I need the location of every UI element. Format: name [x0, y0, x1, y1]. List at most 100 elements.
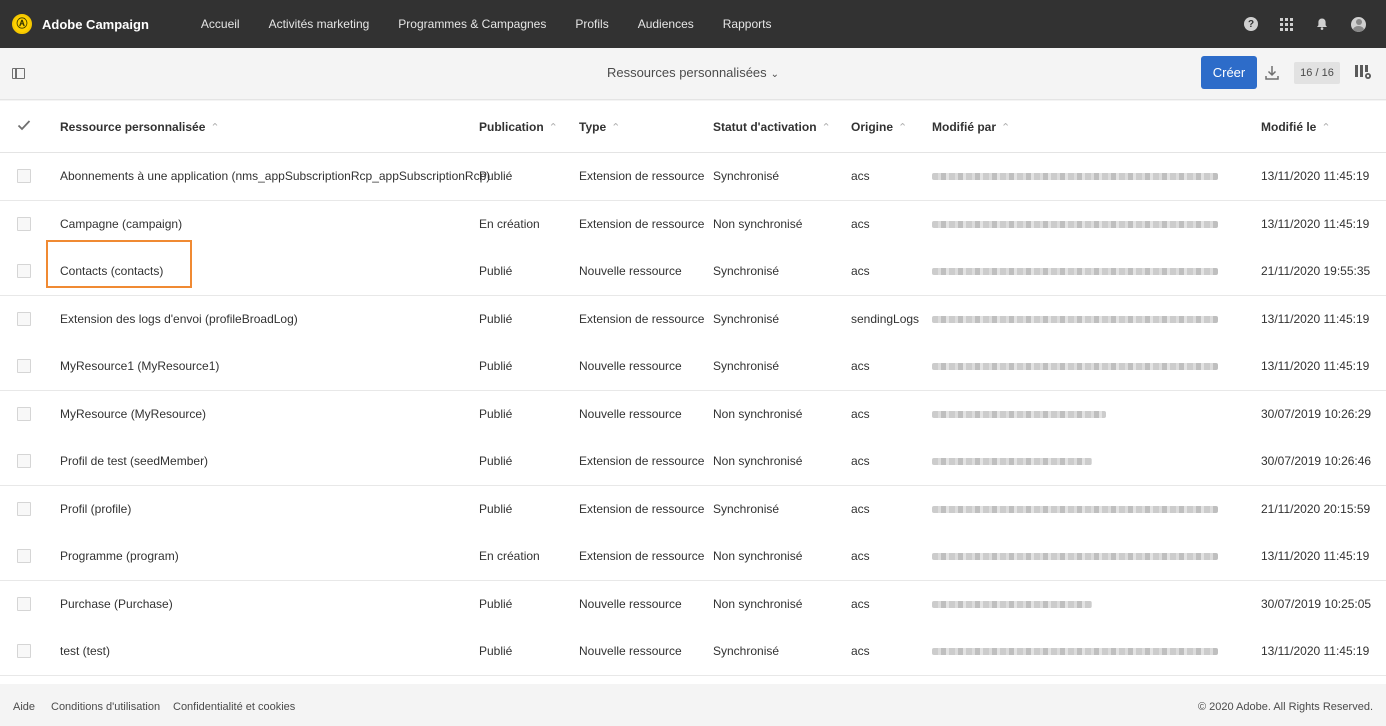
cell-activation-status: Synchronisé — [713, 311, 780, 326]
cell-modified-by-redacted — [932, 505, 1218, 513]
row-checkbox[interactable] — [17, 216, 31, 231]
cell-modified-by-redacted — [932, 363, 1218, 370]
table-row[interactable]: Contacts (contacts) Publié Nouvelle ressou… — [0, 248, 1386, 296]
cell-type: Nouvelle ressource — [579, 644, 682, 658]
cell-resource-name[interactable]: Profil de test (seedMember) — [60, 454, 208, 468]
cell-publication: En création — [479, 549, 540, 563]
cell-publication: Publié — [479, 359, 513, 373]
cell-modified-by-redacted — [932, 173, 1218, 180]
footer-link-terms[interactable]: Conditions d'utilisation — [51, 701, 160, 713]
page-title-label: Ressources personnalisées — [606, 65, 767, 80]
sort-icon: ⌃ — [1001, 122, 1011, 134]
row-checkbox[interactable] — [17, 359, 31, 373]
nav-item-audiences[interactable]: Audiences — [638, 17, 694, 31]
column-header-activation-status[interactable]: Statut d'activation ⌃ — [713, 120, 831, 134]
cell-modified-on: 30/07/2019 10:26:29 — [1261, 406, 1372, 421]
app-switcher-button[interactable] — [1280, 17, 1293, 31]
cell-modified-by-redacted — [932, 315, 1218, 323]
nav-item-rapports[interactable]: Rapports — [723, 17, 772, 31]
row-checkbox[interactable] — [17, 169, 31, 183]
table-row[interactable]: MyResource (MyResource) Publié Nouvelle re… — [0, 390, 1386, 439]
column-header-publication[interactable]: Publication ⌃ — [479, 120, 558, 134]
table-row[interactable]: Extension des logs d'envoi (profileBroad… — [0, 295, 1386, 344]
cell-activation-status: Synchronisé — [713, 644, 780, 658]
cell-origin: acs — [851, 406, 870, 421]
cell-resource-name[interactable]: Programme (program) — [60, 549, 179, 563]
cell-modified-on: 13/11/2020 11:45:19 — [1261, 549, 1370, 563]
table-row[interactable]: Abonnements à une application (nms_appSu… — [0, 153, 1386, 201]
cell-modified-by-redacted — [932, 553, 1218, 560]
page-title[interactable]: Ressources personnalisées ⌄ — [0, 65, 1386, 80]
cell-resource-name[interactable]: MyResource1 (MyResource1) — [60, 359, 219, 373]
help-button[interactable]: ? — [1244, 17, 1258, 31]
cell-resource-name[interactable]: Contacts (contacts) — [60, 264, 163, 278]
row-checkbox[interactable] — [17, 264, 31, 278]
cell-publication: Publié — [479, 454, 513, 468]
column-settings-icon[interactable] — [1354, 63, 1372, 81]
cell-resource-name[interactable]: MyResource (MyResource) — [60, 407, 206, 421]
row-checkbox[interactable] — [17, 549, 31, 563]
row-checkbox[interactable] — [17, 596, 31, 611]
cell-modified-by-redacted — [932, 458, 1092, 465]
cell-modified-on: 30/07/2019 10:25:05 — [1261, 596, 1372, 611]
cell-resource-name[interactable]: Profil (profile) — [60, 502, 131, 516]
cell-modified-on: 13/11/2020 11:45:19 — [1261, 169, 1370, 183]
grid-icon — [1280, 17, 1293, 31]
row-checkbox[interactable] — [17, 406, 31, 421]
row-checkbox[interactable] — [17, 454, 31, 468]
table-row[interactable]: Profil (profile) Publié Extension de resso… — [0, 485, 1386, 534]
sort-icon: ⌃ — [611, 122, 621, 134]
cell-modified-on: 13/11/2020 11:45:19 — [1261, 359, 1370, 373]
cell-type: Nouvelle ressource — [579, 359, 682, 373]
nav-actions: ? — [1222, 0, 1366, 48]
row-checkbox[interactable] — [17, 501, 31, 516]
cell-modified-on: 13/11/2020 11:45:19 — [1261, 644, 1370, 658]
row-checkbox[interactable] — [17, 644, 31, 658]
resources-table: Ressource personnalisée ⌃ Publication ⌃ Ty… — [0, 101, 1386, 684]
table-row[interactable]: Programme (program) En création Extension … — [0, 533, 1386, 581]
item-counter: 16 / 16 — [1294, 62, 1340, 84]
table-row[interactable]: test (test) Publié Nouvelle ressource Synch… — [0, 628, 1386, 676]
cell-origin: acs — [851, 264, 870, 278]
cell-type: Nouvelle ressource — [579, 596, 682, 611]
download-icon[interactable] — [1264, 64, 1280, 82]
footer-link-help[interactable]: Aide — [13, 701, 35, 713]
row-checkbox[interactable] — [17, 311, 31, 326]
create-button[interactable]: Créer — [1201, 56, 1257, 89]
cell-activation-status: Non synchronisé — [713, 406, 803, 421]
user-profile-button[interactable] — [1351, 16, 1366, 32]
cell-origin: acs — [851, 549, 870, 563]
sort-icon: ⌃ — [898, 122, 908, 134]
nav-item-activites-marketing[interactable]: Activités marketing — [269, 17, 370, 31]
top-navigation-bar: Ⓐ Adobe Campaign Accueil Activités marke… — [0, 0, 1386, 48]
nav-item-programmes-campagnes[interactable]: Programmes & Campagnes — [398, 17, 546, 31]
select-all-checkmark-icon[interactable] — [17, 118, 31, 132]
notifications-button[interactable] — [1315, 17, 1329, 31]
column-header-modified-by[interactable]: Modifié par ⌃ — [932, 120, 1010, 134]
column-header-origin[interactable]: Origine ⌃ — [851, 120, 907, 134]
cell-resource-name[interactable]: Campagne (campaign) — [60, 217, 182, 231]
footer-link-privacy[interactable]: Confidentialité et cookies — [173, 701, 295, 713]
avatar-icon — [1351, 16, 1366, 32]
table-row[interactable]: MyResource1 (MyResource1) Publié Nouvelle … — [0, 343, 1386, 391]
column-header-type[interactable]: Type ⌃ — [579, 120, 620, 134]
cell-modified-by-redacted — [932, 600, 1092, 608]
table-row[interactable]: Profil de test (seedMember) Publié Extensi… — [0, 438, 1386, 486]
cell-resource-name[interactable]: test (test) — [60, 644, 110, 658]
cell-type: Extension de ressource — [579, 501, 705, 516]
table-row[interactable]: Purchase (Purchase) Publié Nouvelle ressou… — [0, 580, 1386, 629]
column-header-modified-on[interactable]: Modifié le ⌃ — [1261, 120, 1331, 134]
cell-resource-name[interactable]: Purchase (Purchase) — [60, 597, 173, 611]
column-header-resource[interactable]: Ressource personnalisée ⌃ — [60, 120, 220, 134]
table-row[interactable]: Campagne (campaign) En création Extension … — [0, 200, 1386, 249]
bell-icon — [1317, 18, 1327, 30]
app-name[interactable]: Adobe Campaign — [42, 17, 149, 32]
cell-activation-status: Synchronisé — [713, 501, 780, 516]
cell-publication: Publié — [479, 264, 513, 278]
app-logo[interactable]: Ⓐ Adobe Campaign — [12, 14, 149, 34]
nav-item-profils[interactable]: Profils — [575, 17, 608, 31]
cell-type: Extension de ressource — [579, 549, 705, 563]
cell-resource-name[interactable]: Extension des logs d'envoi (profileBroad… — [60, 312, 298, 326]
cell-resource-name[interactable]: Abonnements à une application (nms_appSu… — [60, 169, 490, 183]
nav-item-accueil[interactable]: Accueil — [201, 17, 240, 31]
